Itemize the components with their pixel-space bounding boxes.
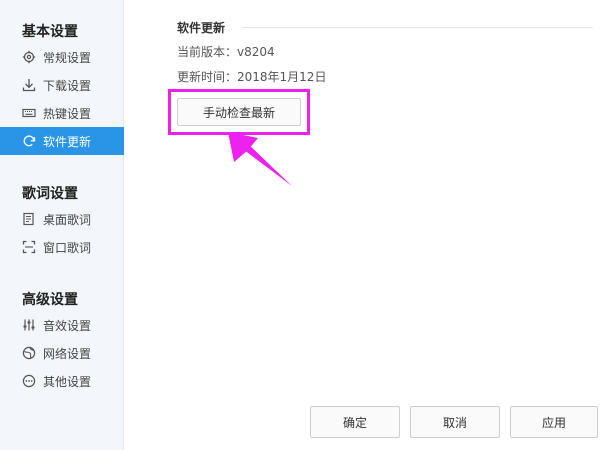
sidebar-item-desktop-lyrics[interactable]: 桌面歌词 — [0, 205, 124, 233]
sidebar-item-download[interactable]: 下载设置 — [0, 71, 124, 99]
sidebar-item-label: 音效设置 — [43, 318, 92, 333]
network-icon — [22, 346, 36, 360]
refresh-icon — [22, 134, 36, 148]
highlight-box — [168, 89, 310, 135]
current-version-text: 当前版本：v8204 — [177, 45, 275, 59]
section-title-basic: 基本设置 — [22, 24, 78, 40]
ok-button[interactable]: 确定 — [310, 406, 400, 438]
sidebar-item-label: 网络设置 — [43, 346, 92, 361]
update-section-title: 软件更新 — [177, 21, 226, 35]
sidebar-item-software-update[interactable]: 软件更新 — [0, 127, 124, 155]
apply-button[interactable]: 应用 — [510, 406, 598, 438]
sidebar-item-label: 软件更新 — [43, 134, 92, 149]
section-divider — [243, 27, 593, 28]
sidebar-item-other[interactable]: 其他设置 — [0, 367, 124, 395]
sidebar-item-label: 窗口歌词 — [43, 240, 92, 255]
section-title-lyrics: 歌词设置 — [22, 186, 78, 202]
sidebar-item-sound-effects[interactable]: 音效设置 — [0, 311, 124, 339]
equalizer-icon — [22, 318, 36, 332]
section-title-advanced: 高级设置 — [22, 292, 78, 308]
keyboard-icon — [22, 106, 36, 120]
sidebar-item-label: 桌面歌词 — [43, 212, 92, 227]
settings-sidebar: 基本设置 常规设置 下载设置 热键设置 软件更新 歌词设置 桌面歌词 窗口歌词 … — [0, 0, 124, 450]
settings-main-panel: 软件更新 当前版本：v8204 更新时间：2018年1月12日 手动检查最新 确… — [124, 0, 606, 450]
sidebar-item-label: 下载设置 — [43, 78, 92, 93]
update-time-text: 更新时间：2018年1月12日 — [177, 70, 327, 84]
download-icon — [22, 78, 36, 92]
sidebar-item-network[interactable]: 网络设置 — [0, 339, 124, 367]
window-lyrics-icon — [22, 240, 36, 254]
gear-icon — [22, 50, 36, 64]
sidebar-item-window-lyrics[interactable]: 窗口歌词 — [0, 233, 124, 261]
cancel-button[interactable]: 取消 — [410, 406, 500, 438]
desktop-lyrics-icon — [22, 212, 36, 226]
sidebar-item-label: 其他设置 — [43, 374, 92, 389]
sidebar-item-label: 常规设置 — [43, 50, 92, 65]
more-icon — [22, 374, 36, 388]
sidebar-item-label: 热键设置 — [43, 106, 92, 121]
sidebar-item-hotkeys[interactable]: 热键设置 — [0, 99, 124, 127]
sidebar-item-general[interactable]: 常规设置 — [0, 43, 124, 71]
